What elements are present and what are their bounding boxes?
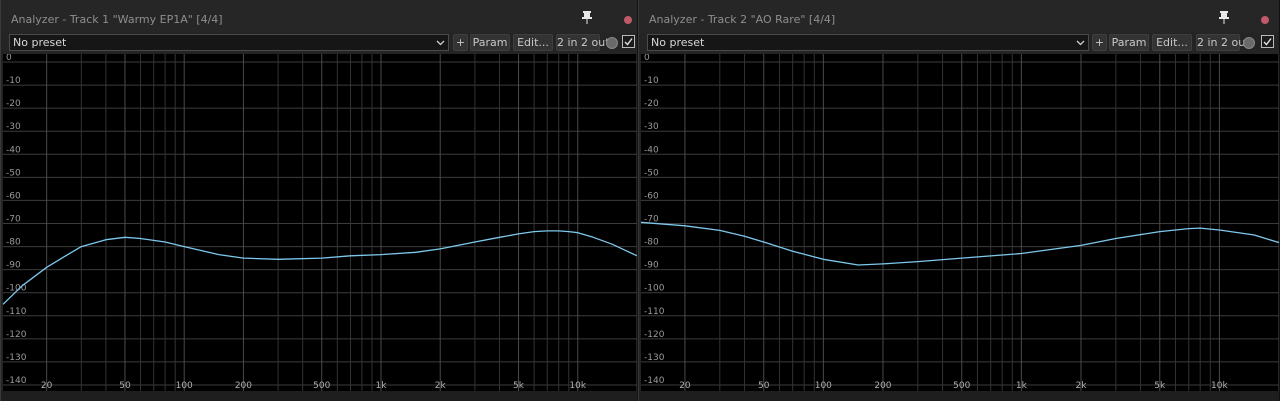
y-tick-label: -100 [644, 284, 665, 294]
y-tick-label: -40 [6, 145, 21, 155]
y-tick-label: -50 [6, 168, 21, 178]
spectrum-chart: 0-10-20-30-40-50-60-70-80-90-100-110-120… [3, 54, 637, 391]
y-tick-label: -60 [6, 191, 21, 201]
y-tick-label: -130 [644, 353, 665, 363]
spectrum-curve [3, 230, 637, 305]
routing-button[interactable]: 2 in 2 out [1196, 34, 1250, 51]
x-tick-label: 50 [758, 381, 770, 391]
title-bar[interactable]: Analyzer - Track 2 "AO Rare" [4/4] [639, 0, 1279, 33]
x-tick-label: 10k [1211, 381, 1228, 391]
knob-icon[interactable] [1243, 37, 1255, 49]
close-icon[interactable] [624, 16, 632, 24]
y-tick-label: 0 [644, 54, 650, 63]
pin-icon[interactable] [1217, 10, 1231, 24]
x-tick-label: 10k [569, 381, 586, 391]
y-tick-label: -20 [644, 99, 659, 109]
x-tick-label: 5k [513, 381, 525, 391]
y-tick-label: -130 [6, 353, 27, 363]
preset-dropdown[interactable]: No preset [647, 34, 1089, 51]
preset-value: No preset [651, 36, 705, 49]
y-tick-label: -140 [6, 376, 27, 386]
bypass-checkbox[interactable] [1261, 35, 1274, 48]
x-tick-label: 1k [1016, 381, 1028, 391]
pin-icon[interactable] [580, 10, 594, 24]
y-tick-label: -110 [6, 307, 27, 317]
checkbox-icon [624, 38, 633, 46]
bypass-checkbox[interactable] [622, 35, 635, 48]
y-tick-label: -110 [644, 307, 665, 317]
window-bottom-edge [1, 391, 637, 401]
x-tick-label: 2k [1076, 381, 1088, 391]
x-tick-label: 500 [953, 381, 970, 391]
knob-icon[interactable] [606, 37, 618, 49]
title-bar[interactable]: Analyzer - Track 1 "Warmy EP1A" [4/4] [1, 0, 637, 33]
y-tick-label: -50 [644, 168, 659, 178]
preset-value: No preset [13, 36, 67, 49]
y-tick-label: -80 [6, 238, 21, 248]
analyzer-window-track-2: Analyzer - Track 2 "AO Rare" [4/4] No pr… [638, 0, 1280, 401]
param-button[interactable]: Param [470, 34, 510, 51]
y-tick-label: -30 [644, 122, 659, 132]
y-tick-label: -140 [644, 376, 665, 386]
x-tick-label: 200 [235, 381, 252, 391]
edit-button[interactable]: Edit... [513, 34, 553, 51]
x-tick-label: 20 [41, 381, 53, 391]
window-title: Analyzer - Track 2 "AO Rare" [4/4] [649, 13, 836, 26]
window-title: Analyzer - Track 1 "Warmy EP1A" [4/4] [11, 13, 223, 26]
y-tick-label: -20 [6, 99, 21, 109]
x-tick-label: 100 [815, 381, 832, 391]
y-tick-label: -10 [644, 76, 659, 86]
x-tick-label: 2k [435, 381, 447, 391]
edit-button[interactable]: Edit... [1152, 34, 1192, 51]
spectrum-chart: 0-10-20-30-40-50-60-70-80-90-100-110-120… [641, 54, 1279, 391]
window-bottom-edge [639, 391, 1279, 401]
chevron-down-icon [1076, 40, 1085, 46]
y-tick-label: -120 [6, 330, 27, 340]
spectrum-plot[interactable]: 0 -10 -20 -30 -40 -50 -60 -70 -80 -90 -100 -110 -120… [641, 54, 1279, 391]
y-tick-label: 0 [6, 54, 12, 63]
routing-button[interactable]: 2 in 2 out [556, 34, 610, 51]
checkbox-icon [1263, 38, 1272, 46]
add-preset-button[interactable]: + [453, 34, 468, 51]
x-tick-label: 20 [679, 381, 691, 391]
y-tick-label: -120 [644, 330, 665, 340]
analyzer-window-track-1: Analyzer - Track 1 "Warmy EP1A" [4/4] No… [0, 0, 638, 401]
close-icon[interactable] [1261, 16, 1269, 24]
spectrum-curve [641, 221, 1279, 266]
chevron-down-icon [436, 40, 445, 46]
y-tick-label: -80 [644, 238, 659, 248]
y-tick-label: -30 [6, 122, 21, 132]
x-tick-label: 500 [313, 381, 330, 391]
x-tick-label: 50 [119, 381, 131, 391]
preset-dropdown[interactable]: No preset [9, 34, 449, 51]
plugin-toolbar: No preset + Param Edit... 2 in 2 out [1, 33, 637, 53]
x-tick-label: 200 [874, 381, 891, 391]
y-tick-label: -60 [644, 191, 659, 201]
plugin-toolbar: No preset + Param Edit... 2 in 2 out [639, 33, 1279, 53]
x-tick-label: 100 [176, 381, 193, 391]
add-preset-button[interactable]: + [1092, 34, 1107, 51]
y-tick-label: -90 [644, 261, 659, 271]
spectrum-plot[interactable]: 0 -10 -20 -30 -40 -50 -60 -70 -80 -90 -100 -110 -120… [3, 54, 637, 391]
y-tick-label: -90 [6, 261, 21, 271]
y-tick-label: -10 [6, 76, 21, 86]
y-tick-label: -40 [644, 145, 659, 155]
x-tick-label: 1k [376, 381, 388, 391]
param-button[interactable]: Param [1109, 34, 1149, 51]
x-tick-label: 5k [1154, 381, 1166, 391]
y-tick-label: -70 [6, 215, 21, 225]
